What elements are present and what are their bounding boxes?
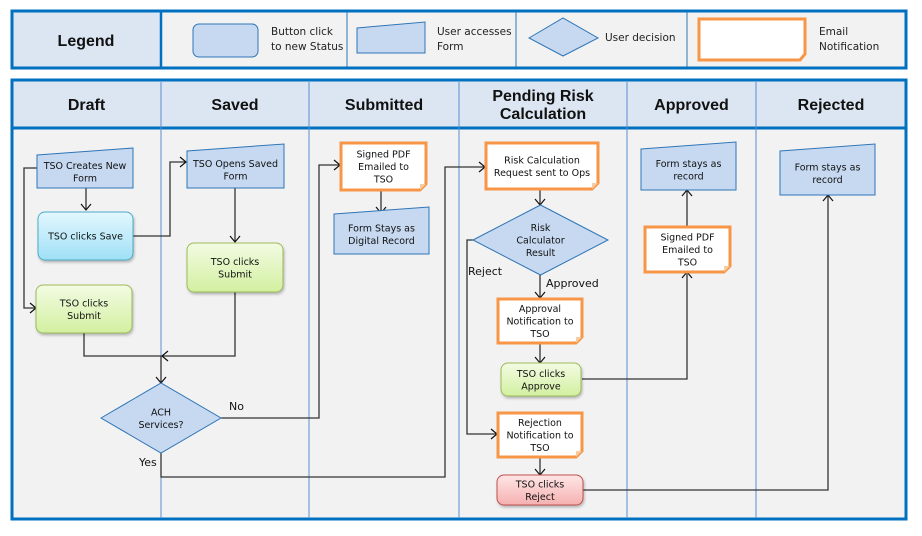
node-risk-calc-request: Risk Calculation Request sent to Ops	[484, 141, 600, 191]
legend-decision-label: User decision	[605, 32, 676, 44]
lane-title-saved: Saved	[211, 97, 258, 114]
node-tso-clicks-approve[interactable]: TSO clicks Approve	[500, 362, 582, 397]
node-form-stays-record-rejected: Form stays as record	[779, 143, 876, 196]
node-tso-clicks-reject[interactable]: TSO clicks Reject	[496, 474, 584, 506]
node-label: TSO clicks Save	[47, 232, 123, 243]
node-label: Form Stays as Digital Record	[348, 223, 415, 247]
node-label: TSO clicks Approve	[516, 369, 566, 393]
lane-title-submitted: Submitted	[345, 97, 423, 114]
legend-email-icon	[697, 17, 807, 62]
node-tso-opens-saved-form: TSO Opens Saved Form	[186, 143, 285, 189]
node-approval-notification: Approval Notification to TSO	[496, 297, 584, 345]
node-tso-clicks-save[interactable]: TSO clicks Save	[37, 211, 134, 261]
lane-title-approved: Approved	[654, 97, 729, 114]
legend-title: Legend	[58, 33, 115, 50]
edge-label-yes: Yes	[138, 456, 157, 469]
edge-label-reject: Reject	[468, 265, 503, 278]
lane-title-draft: Draft	[68, 97, 106, 114]
legend-form-icon	[356, 21, 426, 54]
workflow-diagram: Legend Button click to new Status User a…	[10, 9, 908, 521]
node-label: Risk Calculation Request sent to Ops	[494, 155, 590, 179]
node-tso-clicks-submit-saved[interactable]: TSO clicks Submit	[186, 242, 284, 293]
node-form-stays-digital: Form Stays as Digital Record	[333, 206, 430, 255]
edge-label-no: No	[229, 400, 244, 413]
node-form-stays-record-approved: Form stays as record	[640, 141, 737, 191]
lane-title-pending-risk-calculation: Pending Risk Calculation	[492, 88, 593, 123]
swimlanes: Draft Saved Submitted Pending Risk Calculati…	[10, 78, 908, 521]
lane-title-rejected: Rejected	[798, 97, 865, 114]
node-tso-clicks-submit-draft[interactable]: TSO clicks Submit	[35, 284, 133, 334]
node-signed-pdf-approved: Signed PDF Emailed to TSO	[643, 225, 732, 274]
node-rejection-notification: Rejection Notification to TSO	[496, 411, 584, 459]
edge-label-approved: Approved	[546, 277, 599, 290]
node-signed-pdf-submitted: Signed PDF Emailed to TSO	[339, 141, 428, 192]
node-tso-creates-new-form: TSO Creates New Form	[36, 147, 134, 189]
legend-button-icon	[192, 23, 259, 58]
legend: Legend Button click to new Status User a…	[10, 9, 908, 70]
